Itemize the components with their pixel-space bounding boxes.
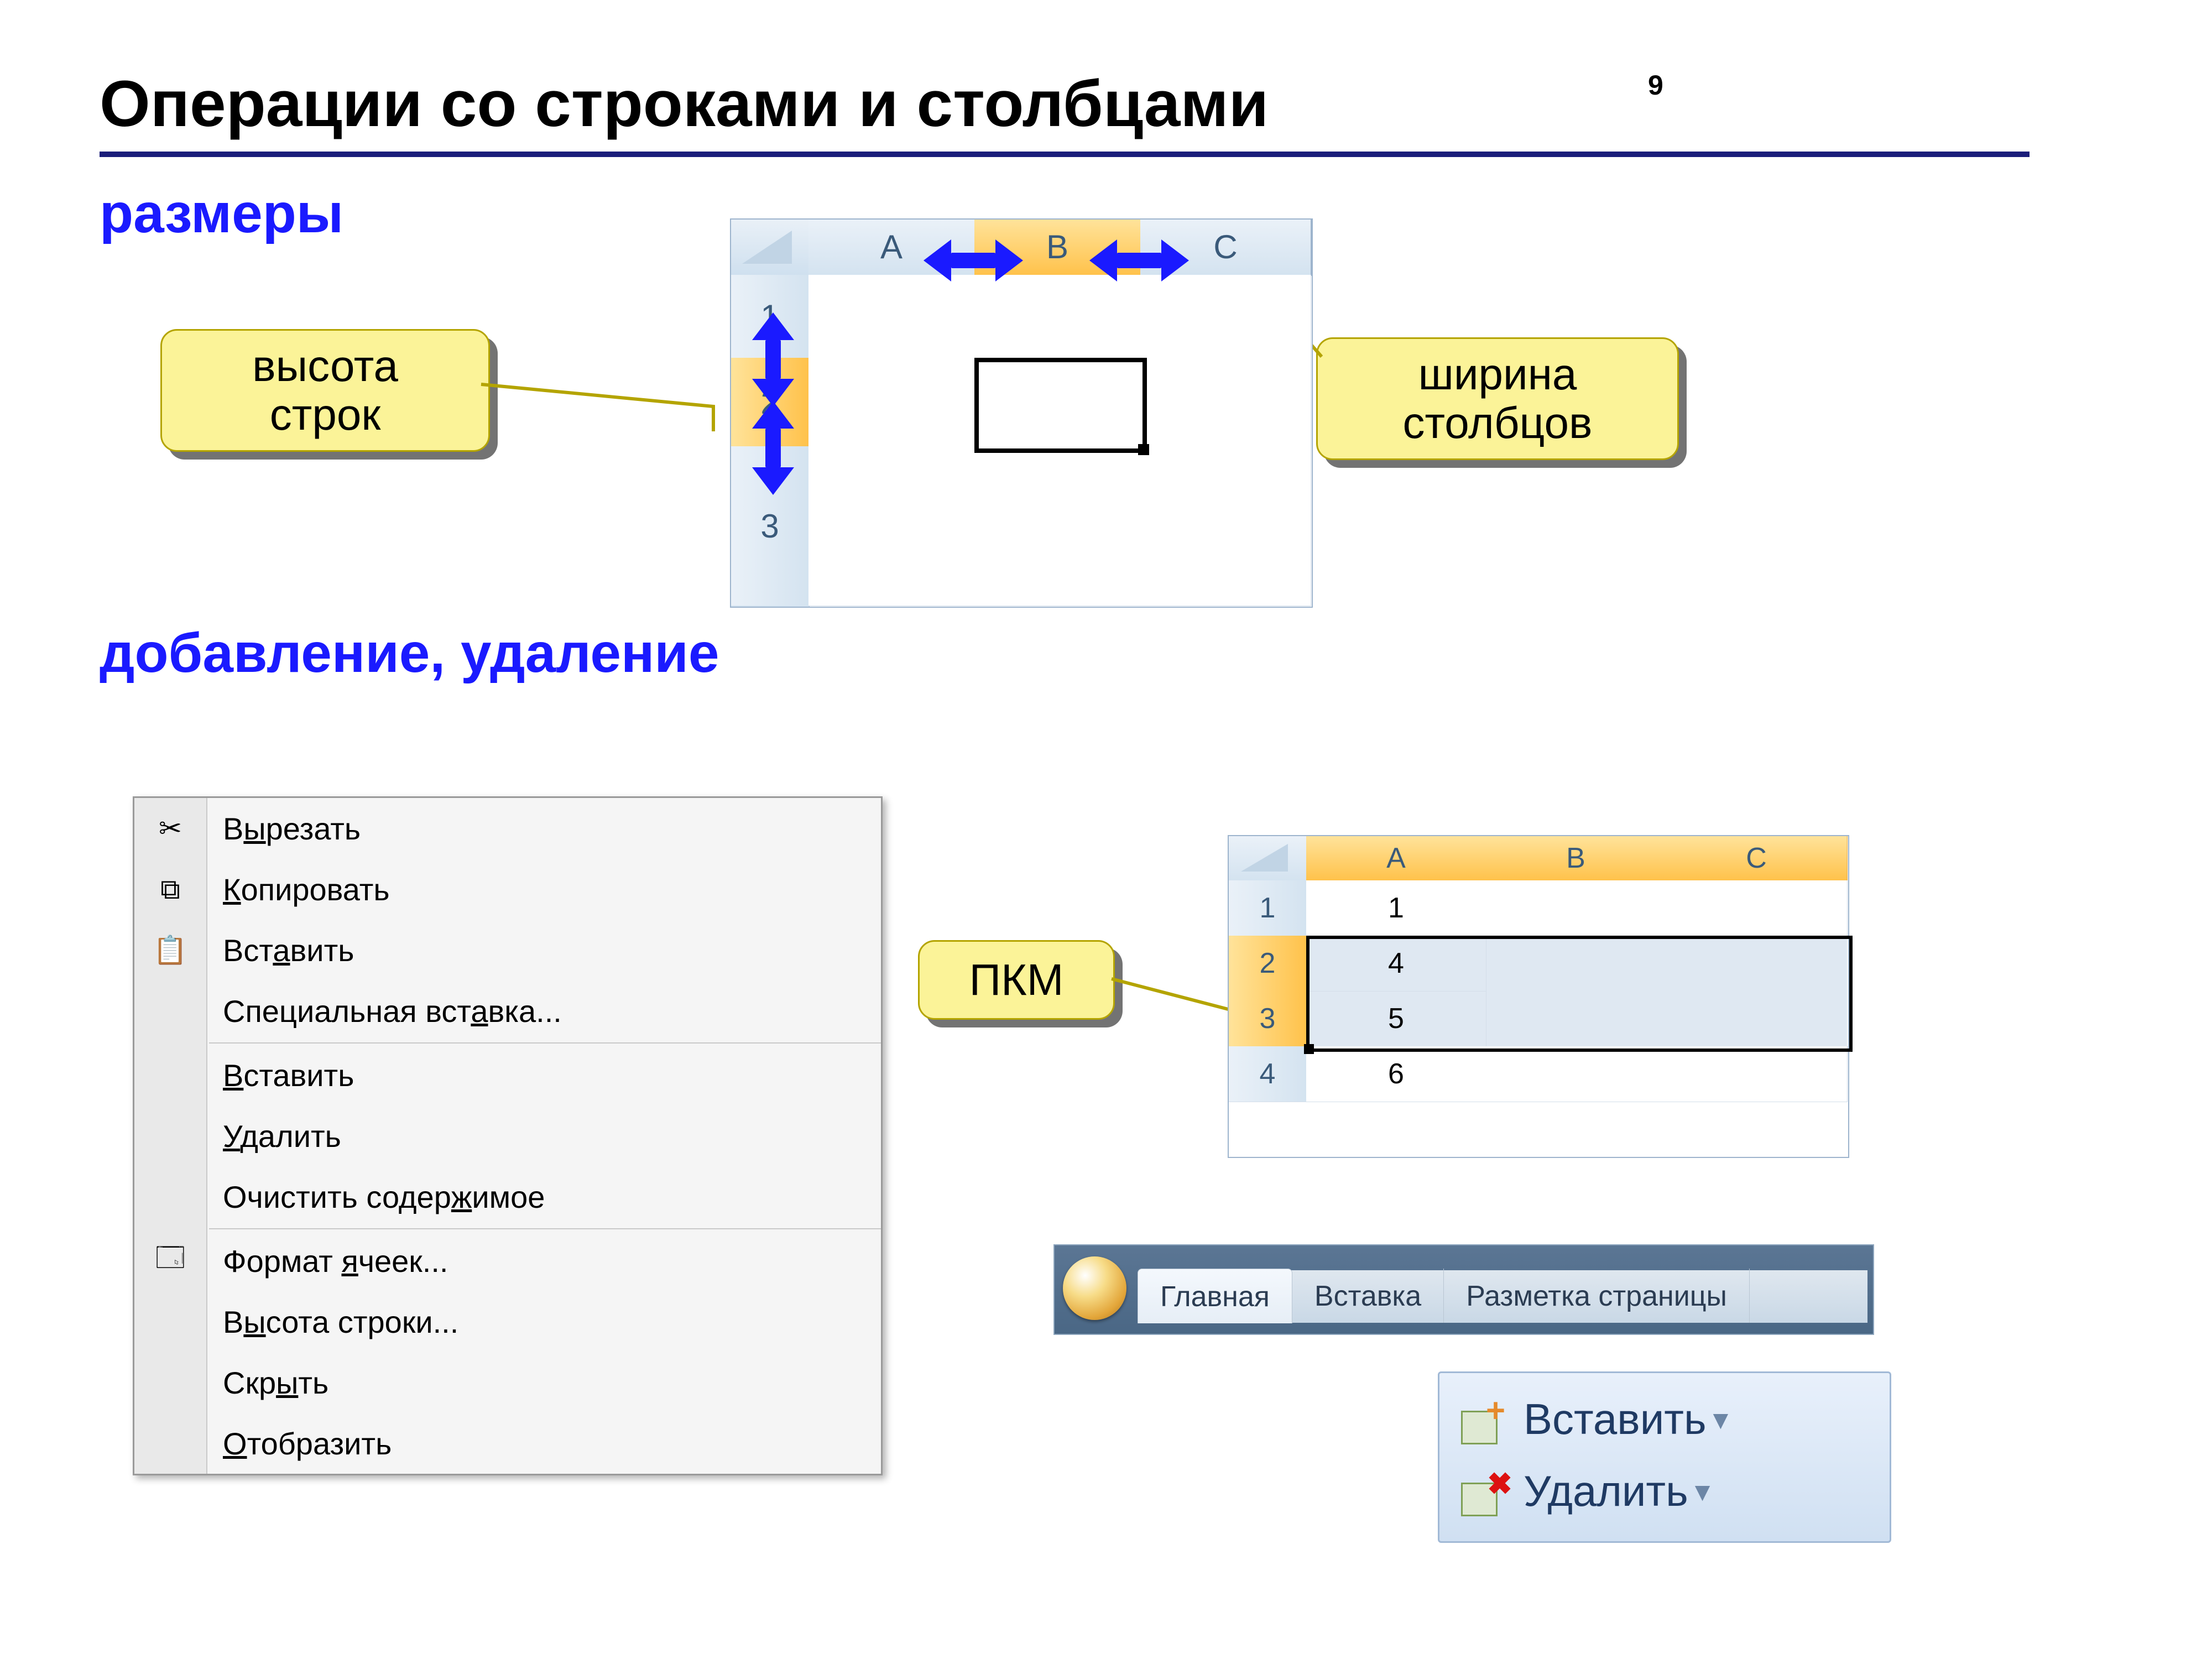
cell-a1[interactable]: 1 [1306, 880, 1486, 936]
scissors-icon: ✂ [151, 809, 190, 848]
ctx-paste[interactable]: 📋 Вставить [134, 920, 881, 980]
ctx-row-height[interactable]: Высота строки... [134, 1291, 881, 1352]
callout-col-width-line1: ширина [1418, 349, 1577, 399]
cell[interactable] [1486, 880, 1666, 936]
ctx-paste-special[interactable]: Специальная вставка... [134, 980, 881, 1041]
grid-data: A B C 1 2 3 4 1 4 5 6 [1228, 835, 1849, 1158]
paste-icon: 📋 [151, 931, 190, 969]
cell[interactable] [974, 275, 1141, 358]
delete-cells-button[interactable]: Удалить ▾ [1453, 1455, 1876, 1527]
separator [209, 1228, 881, 1229]
cell[interactable] [808, 358, 975, 447]
cell[interactable] [808, 446, 975, 606]
page-number: 9 [1648, 69, 1663, 101]
cell[interactable] [1140, 446, 1311, 606]
callout-rmb: ПКМ [918, 940, 1115, 1020]
row-header-2[interactable]: 2 [1229, 936, 1307, 992]
context-menu: ✂ Вырезать ⧉ Копировать 📋 Вставить Специ… [133, 796, 883, 1475]
delete-cells-icon [1453, 1463, 1514, 1519]
row-header-3[interactable]: 3 [1229, 991, 1307, 1047]
ribbon-tabs: Главная Вставка Разметка страницы [1053, 1244, 1874, 1335]
selected-cell[interactable] [974, 358, 1147, 453]
insert-cells-label: Вставить [1524, 1394, 1707, 1444]
callout-row-height-line2: строк [270, 390, 381, 439]
tab-page-layout[interactable]: Разметка страницы [1444, 1269, 1750, 1323]
ctx-copy[interactable]: ⧉ Копировать [134, 859, 881, 920]
cell[interactable] [1140, 358, 1311, 447]
grid-corner[interactable] [1229, 836, 1307, 881]
row-header-1[interactable]: 1 [1229, 880, 1307, 936]
callout-col-width: ширина столбцов [1316, 337, 1679, 460]
separator [209, 1042, 881, 1044]
col-header-b[interactable]: B [1486, 836, 1666, 881]
cell[interactable] [1666, 880, 1848, 936]
insert-cells-button[interactable]: Вставить ▾ [1453, 1383, 1876, 1455]
cell[interactable] [1666, 1046, 1848, 1102]
cell[interactable] [1140, 275, 1311, 358]
cell[interactable] [974, 446, 1141, 606]
grid-corner[interactable] [731, 220, 810, 276]
cell[interactable] [808, 275, 975, 358]
slide: 9 Операции со строками и столбцами разме… [100, 66, 2112, 1593]
cells-group: Вставить ▾ Удалить ▾ [1438, 1371, 1891, 1543]
dropdown-arrow-icon[interactable]: ▾ [1695, 1473, 1710, 1509]
ctx-insert[interactable]: Вставить [134, 1045, 881, 1105]
section-add-delete-heading: добавление, удаление [100, 622, 2112, 685]
col-header-a[interactable]: A [1306, 836, 1486, 881]
delete-cells-label: Удалить [1524, 1466, 1688, 1516]
tab-home[interactable]: Главная [1138, 1269, 1292, 1323]
ctx-unhide[interactable]: Отобразить [134, 1413, 881, 1474]
copy-icon: ⧉ [151, 870, 190, 909]
ctx-hide[interactable]: Скрыть [134, 1352, 881, 1413]
ctx-format-cells[interactable]: 🗔 Формат ячеек... [134, 1230, 881, 1291]
tab-insert[interactable]: Вставка [1292, 1269, 1444, 1323]
ctx-cut[interactable]: ✂ Вырезать [134, 798, 881, 859]
callout-row-height-line1: высота [252, 341, 398, 390]
ctx-delete[interactable]: Удалить [134, 1105, 881, 1166]
callout-col-width-line2: столбцов [1403, 398, 1593, 447]
ctx-clear-contents[interactable]: Очистить содержимое [134, 1166, 881, 1227]
office-button-icon[interactable] [1063, 1256, 1126, 1320]
title-rule [100, 152, 2030, 157]
dropdown-arrow-icon[interactable]: ▾ [1713, 1401, 1729, 1437]
cell-a4[interactable]: 6 [1306, 1046, 1486, 1102]
callout-row-height-pointer [481, 357, 758, 440]
slide-title: Операции со строками и столбцами [100, 66, 2112, 142]
insert-cells-icon [1453, 1391, 1514, 1447]
callout-rmb-label: ПКМ [969, 955, 1064, 1004]
callout-row-height: высота строк [160, 329, 490, 452]
tab-bar: Главная Вставка Разметка страницы [1138, 1270, 1867, 1323]
row-selection-border [1306, 936, 1853, 1052]
format-cells-icon: 🗔 [151, 1241, 190, 1280]
col-header-c[interactable]: C [1666, 836, 1848, 881]
row-header-4[interactable]: 4 [1229, 1046, 1307, 1102]
cell[interactable] [1486, 1046, 1666, 1102]
